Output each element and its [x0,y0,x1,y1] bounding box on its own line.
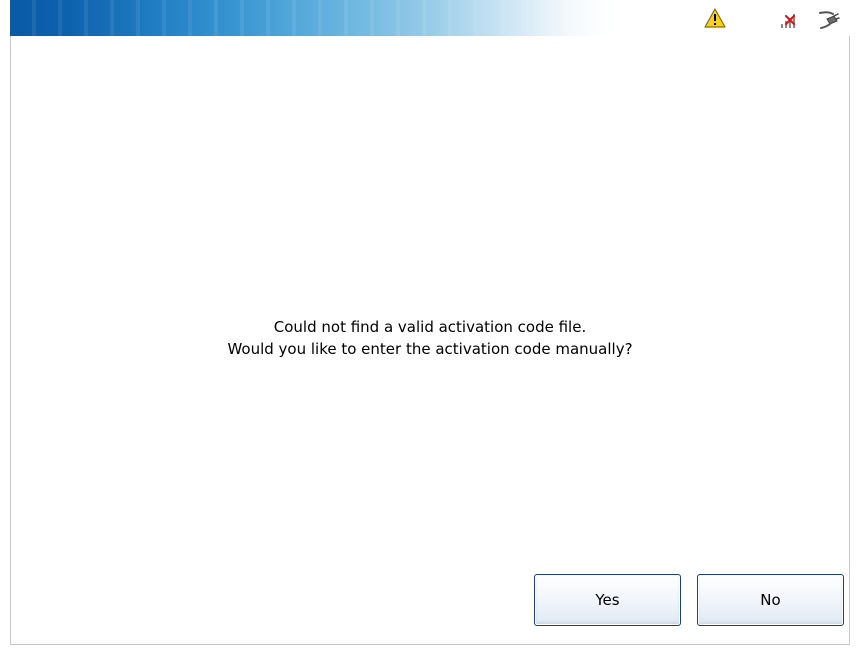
no-button[interactable]: No [697,574,844,626]
yes-button[interactable]: Yes [534,574,681,626]
dialog-message: Could not find a valid activation code f… [10,316,850,360]
no-signal-icon[interactable] [780,9,800,29]
window-left-margin [0,0,10,648]
warning-icon[interactable] [704,8,726,28]
app-window: Could not find a valid activation code f… [0,0,862,648]
status-bar-pattern [10,0,610,36]
message-line-2: Would you like to enter the activation c… [227,340,633,358]
power-plug-icon[interactable] [818,8,840,30]
message-line-1: Could not find a valid activation code f… [273,318,587,336]
window-border-bottom [10,644,850,645]
